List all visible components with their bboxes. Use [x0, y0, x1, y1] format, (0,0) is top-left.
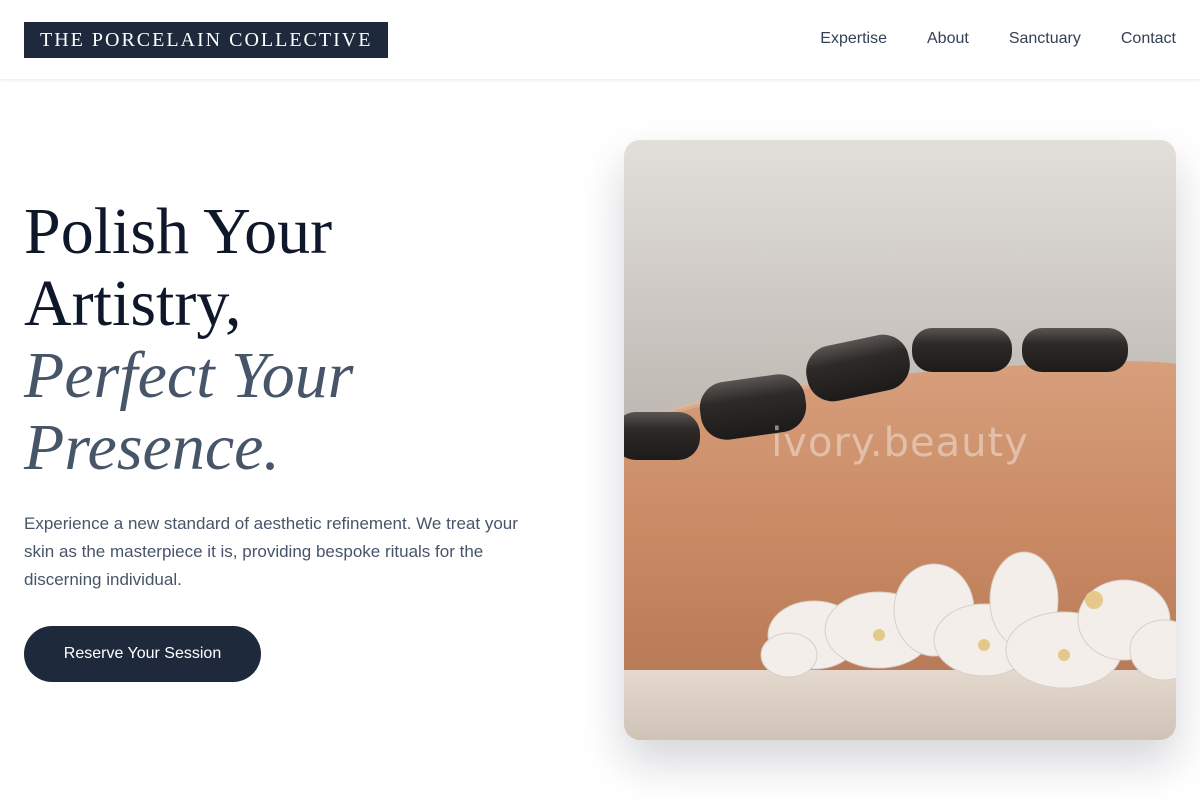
main-nav: Expertise About Sanctuary Contact — [820, 28, 1176, 50]
site-header: THE PORCELAIN COLLECTIVE Expertise About… — [0, 0, 1200, 80]
brand-logo[interactable]: THE PORCELAIN COLLECTIVE — [24, 22, 389, 58]
image-watermark: ivory.beauty — [771, 420, 1029, 466]
headline-italic-2: Presence. — [24, 411, 280, 484]
nav-link-sanctuary[interactable]: Sanctuary — [1009, 28, 1081, 50]
hero-photo: ivory.beauty — [624, 140, 1176, 740]
reserve-session-button[interactable]: Reserve Your Session — [24, 626, 261, 682]
nav-link-expertise[interactable]: Expertise — [820, 28, 887, 50]
nav-link-about[interactable]: About — [927, 28, 969, 50]
hero-headline: Polish Your Artistry, Perfect Your Prese… — [24, 196, 564, 484]
headline-line-2: Artistry, — [24, 267, 242, 340]
headline-line-1: Polish Your — [24, 195, 333, 268]
hero-text: Polish Your Artistry, Perfect Your Prese… — [24, 196, 564, 484]
hero-description: Experience a new standard of aesthetic r… — [24, 514, 518, 589]
headline-italic-1: Perfect Your — [24, 339, 354, 412]
nav-link-contact[interactable]: Contact — [1121, 28, 1176, 50]
